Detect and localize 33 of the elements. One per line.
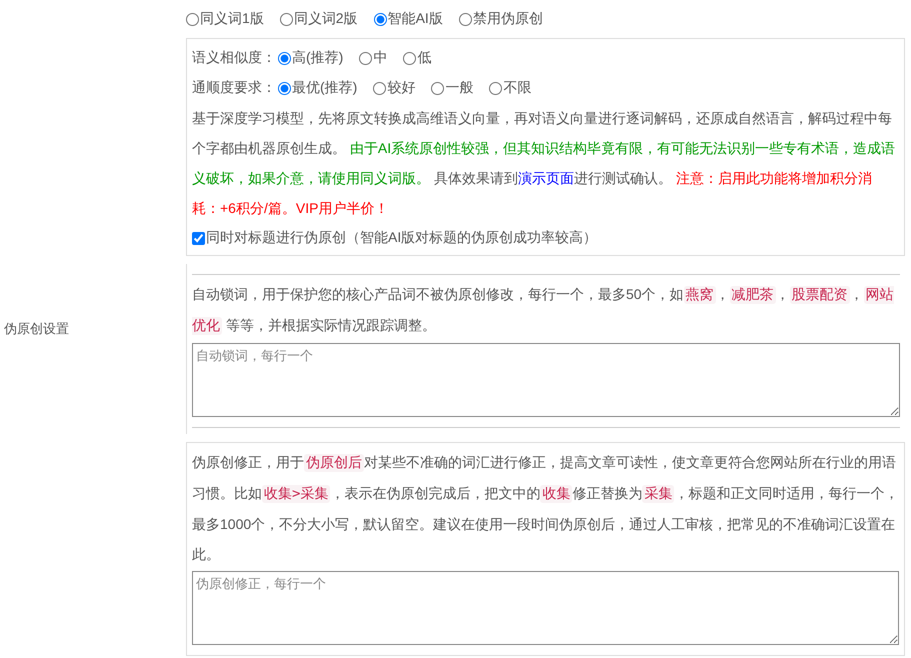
corrections-description: 伪原创修正，用于伪原创后对某些不准确的词汇进行修正，提高文章可读性，使文章更符合您网站所在行业的用语习惯。比如 收集>采集，表示在伪原创完成后，把文中的 收集修正替换为 采集，标题和正文同时适用，每行一个，最多1000个，不分大小写，默认留空。建议在使用一段时间伪原创后，通过人工审核，把常见的不准确词汇设置在此。: [192, 453, 899, 564]
radio-label[interactable]: 智能AI版: [388, 10, 443, 28]
radio-button[interactable]: [374, 12, 387, 26]
radio-label[interactable]: 一般: [445, 79, 474, 97]
ai-description: 基于深度学习模型，先将原文转换成高维语义向量，再对语义向量进行逐词解码，还原成自然语言，解码过程中每个字都由机器原创生成。 由于AI系统原创性较强，但其知识结构毕竟有限，有可能无法识别一些专有术语，造成语义破坏，如果介意，请使用同义词版。 具体效果请到演示页面进行测试确认。 注意：启用此功能将增加积分消耗：+6积分/篇。VIP用户半价！: [192, 109, 896, 218]
radio-label[interactable]: 中: [373, 49, 388, 67]
title-checkbox[interactable]: [192, 232, 205, 244]
radio-label[interactable]: 最优(推荐): [292, 79, 358, 97]
radio-button[interactable]: [278, 82, 291, 94]
radio-button[interactable]: [186, 12, 199, 26]
radio-button[interactable]: [458, 12, 472, 26]
radio-button[interactable]: [403, 52, 416, 64]
radio-button[interactable]: [373, 82, 386, 94]
lock-words-description: 自动锁词，用于保护您的核心产品词不被伪原创修改，每行一个，最多50个，如 燕窝，减肥茶，股票配资，网站优化 等等，并根据实际情况跟踪调整。: [192, 285, 895, 337]
demo-link[interactable]: 演示页面: [518, 170, 574, 186]
radio-button[interactable]: [280, 12, 293, 26]
checkbox-label[interactable]: 同时对标题进行伪原创（智能AI版对标题的伪原创成功率较高）: [206, 229, 598, 247]
radio-label[interactable]: 禁用伪原创: [472, 10, 543, 28]
radio-label[interactable]: 较好: [387, 79, 416, 97]
radio-button[interactable]: [278, 52, 291, 64]
similarity-label: 语义相似度：: [192, 49, 276, 67]
radio-label[interactable]: 低: [417, 49, 432, 67]
radio-label[interactable]: 同义词2版: [294, 10, 358, 28]
radio-label[interactable]: 同义词1版: [200, 10, 264, 28]
radio-button[interactable]: [489, 82, 502, 94]
settings-label: 伪原创设置: [3, 320, 69, 338]
corrections-field[interactable]: 伪原创修正，每行一个: [192, 571, 899, 645]
radio-button[interactable]: [359, 52, 372, 64]
radio-label[interactable]: 不限: [503, 79, 532, 97]
radio-label[interactable]: 高(推荐): [292, 49, 344, 67]
fluency-label: 通顺度要求：: [192, 79, 276, 97]
lock-words-field[interactable]: 自动锁词，每行一个: [192, 343, 900, 417]
radio-button[interactable]: [431, 82, 444, 94]
